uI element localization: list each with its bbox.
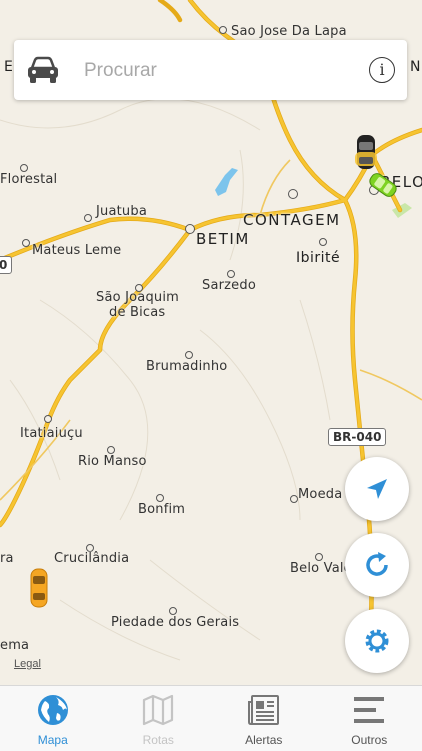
place-label: Rio Manso — [78, 454, 147, 469]
tab-alertas[interactable]: Alertas — [211, 686, 317, 751]
car-marker-orange[interactable] — [29, 568, 49, 608]
town-dot — [290, 495, 298, 503]
tab-label: Alertas — [211, 733, 317, 747]
place-label: Sao Jose Da Lapa — [231, 24, 347, 39]
locate-button[interactable] — [345, 457, 409, 521]
search-input[interactable] — [82, 54, 366, 88]
town-dot — [44, 415, 52, 423]
town-dot — [20, 164, 28, 172]
legal-link[interactable]: Legal — [14, 658, 41, 670]
place-label: Bonfim — [138, 502, 185, 517]
place-label: E — [4, 59, 13, 75]
globe-icon — [36, 693, 70, 727]
tab-label: Rotas — [106, 733, 212, 747]
town-dot — [169, 607, 177, 615]
gear-icon — [362, 626, 392, 656]
town-dot — [319, 238, 327, 246]
menu-icon — [352, 693, 386, 727]
place-label: N — [410, 59, 421, 75]
town-dot — [219, 26, 227, 34]
car-marker-green[interactable] — [366, 172, 400, 198]
tab-label: Outros — [317, 733, 422, 747]
navigation-arrow-icon — [364, 476, 390, 502]
place-label: de Bicas — [109, 305, 165, 320]
map-icon — [141, 693, 175, 727]
place-label: Florestal — [0, 172, 57, 187]
tab-label: Mapa — [0, 733, 106, 747]
road-shield-br040: BR-040 — [328, 428, 386, 446]
tab-mapa[interactable]: Mapa — [0, 686, 106, 751]
place-label: Piedade dos Gerais — [111, 615, 239, 630]
town-dot — [84, 214, 92, 222]
place-label: Moeda — [298, 487, 342, 502]
place-label: Sarzedo — [202, 278, 256, 293]
place-label: Brumadinho — [146, 359, 227, 374]
newspaper-icon — [247, 693, 281, 727]
road-shield-partial: 0 — [0, 256, 12, 274]
place-label: Crucilândia — [54, 551, 129, 566]
car-marker-black[interactable] — [355, 132, 377, 172]
town-dot — [107, 446, 115, 454]
refresh-icon — [362, 550, 392, 580]
town-dot — [156, 494, 164, 502]
tab-rotas[interactable]: Rotas — [106, 686, 212, 751]
refresh-button[interactable] — [345, 533, 409, 597]
place-label: São Joaquim — [96, 290, 179, 305]
place-label: Ibirité — [296, 250, 340, 266]
place-label: BETIM — [196, 230, 250, 248]
city-dot — [288, 189, 298, 199]
town-dot — [227, 270, 235, 278]
town-dot — [185, 351, 193, 359]
car-icon[interactable] — [26, 56, 60, 84]
tab-bar: Mapa Rotas Alertas Outros — [0, 685, 422, 751]
tab-outros[interactable]: Outros — [317, 686, 422, 751]
place-label: Itatiaiuçu — [20, 426, 83, 441]
town-dot — [315, 553, 323, 561]
place-label: Belo Vale — [290, 561, 352, 576]
place-label: CONTAGEM — [243, 211, 341, 229]
settings-button[interactable] — [345, 609, 409, 673]
place-label: Juatuba — [96, 204, 147, 219]
city-dot — [185, 224, 195, 234]
town-dot — [22, 239, 30, 247]
place-label: ra — [0, 551, 14, 566]
place-label: ema — [0, 638, 29, 653]
info-icon[interactable]: i — [369, 57, 395, 83]
search-bar[interactable]: i — [14, 40, 407, 100]
place-label: Mateus Leme — [32, 243, 121, 258]
